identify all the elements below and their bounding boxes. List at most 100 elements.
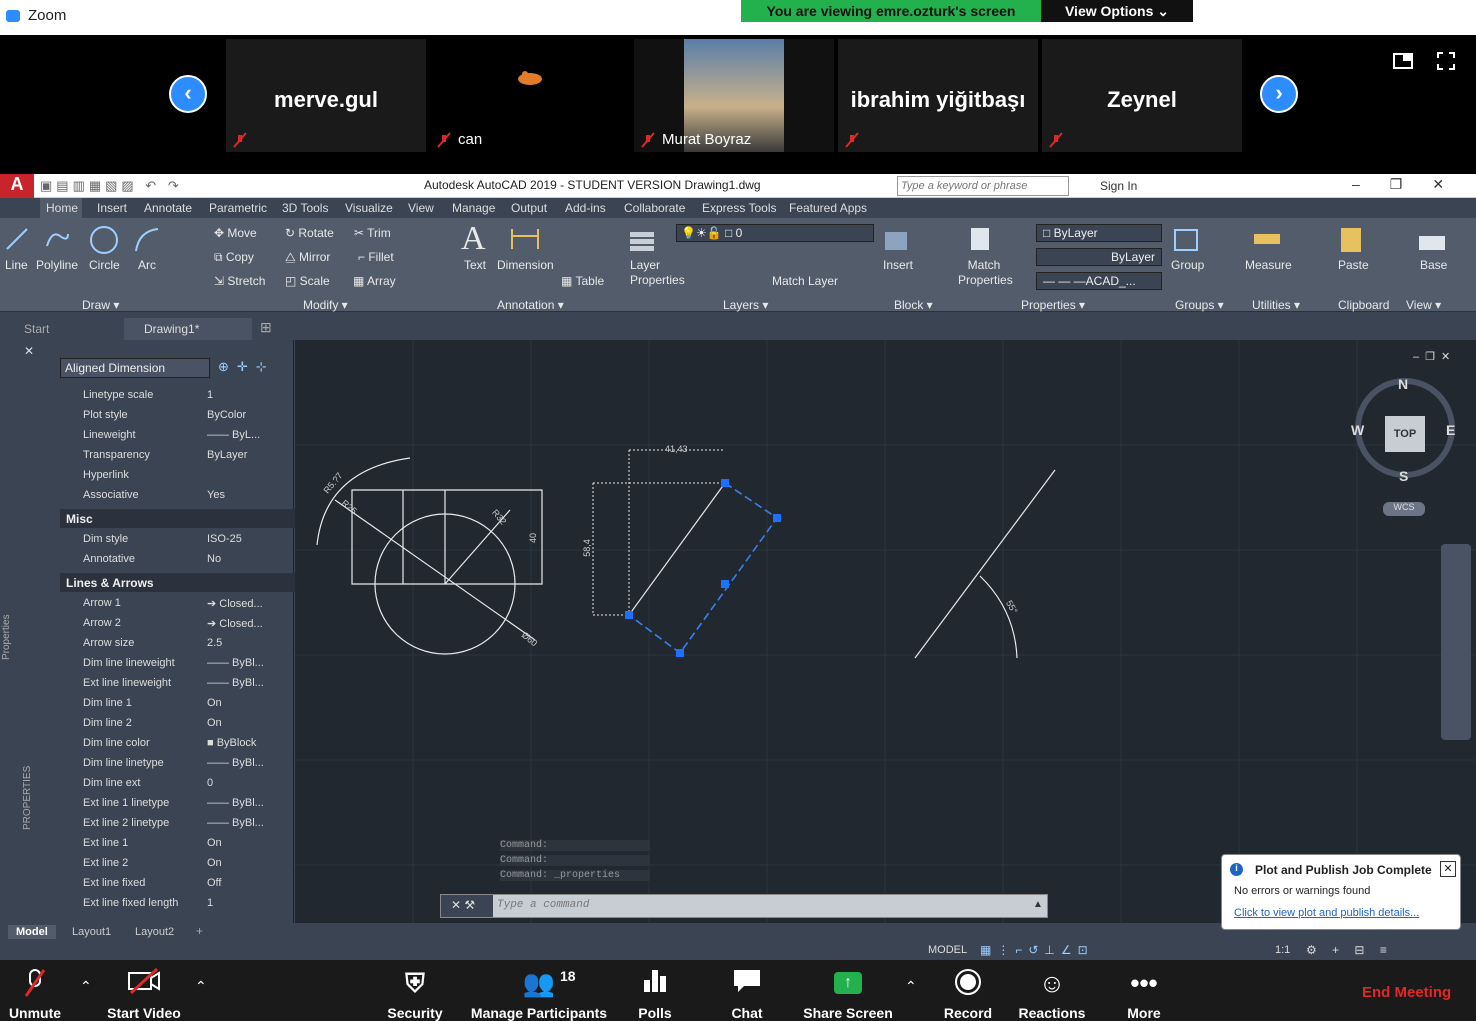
property-row[interactable]: Ext line 2 linetype —— ByBl... (60, 814, 296, 834)
property-value[interactable]: ByLayer (207, 449, 247, 461)
drawing-svg[interactable] (295, 340, 1476, 923)
property-value[interactable]: ➔ Closed... (207, 617, 263, 630)
property-row[interactable]: Hyperlink (60, 466, 296, 486)
paste-icon[interactable] (1336, 224, 1368, 254)
tab-parametric[interactable]: Parametric (209, 201, 267, 215)
paste-button[interactable]: Paste (1338, 258, 1369, 272)
more-button[interactable]: ••• More (1118, 960, 1170, 1021)
record-button[interactable]: Record (940, 960, 996, 1021)
text-icon[interactable]: A (461, 220, 486, 258)
polyline-button[interactable]: Polyline (36, 258, 78, 272)
line-button[interactable]: Line (5, 258, 28, 272)
navigation-bar[interactable] (1441, 544, 1471, 740)
panel-properties[interactable]: Properties ▾ (1021, 298, 1085, 312)
property-row[interactable]: Ext line lineweight —— ByBl... (60, 674, 296, 694)
tab-insert[interactable]: Insert (97, 201, 127, 215)
tab-visualize[interactable]: Visualize (345, 201, 393, 215)
end-meeting-button[interactable]: End Meeting (1362, 984, 1451, 1001)
command-input[interactable]: Type a command (497, 899, 589, 911)
match-layer-button[interactable]: Match Layer (772, 274, 838, 288)
search-input[interactable]: Type a keyword or phrase (897, 176, 1069, 196)
manage-participants-button[interactable]: 👥 18 Manage Participants (468, 960, 610, 1021)
property-row[interactable]: Dim line ext 0 (60, 774, 296, 794)
unmute-button[interactable]: Unmute (0, 960, 70, 1021)
property-row[interactable]: Annotative No (60, 550, 296, 570)
group-icon[interactable] (1171, 224, 1203, 254)
circle-button[interactable]: Circle (89, 258, 120, 272)
polyline-icon[interactable] (44, 226, 70, 252)
property-row[interactable]: Arrow 1 ➔ Closed... (60, 594, 296, 614)
wcs-menu[interactable]: WCS (1383, 502, 1425, 516)
polls-button[interactable]: Polls (630, 960, 680, 1021)
qat-icons[interactable]: ▣▤▥▦▧▨ ↶ ↷ (40, 178, 183, 194)
circle-drawing[interactable] (316, 457, 543, 655)
chat-button[interactable]: Chat (722, 960, 772, 1021)
property-row[interactable]: Dim line color ■ ByBlock (60, 734, 296, 754)
property-value[interactable]: —— ByL... (207, 429, 260, 441)
move-button[interactable]: ✥ Move (214, 226, 257, 240)
group-button[interactable]: Group (1171, 258, 1204, 272)
panel-draw[interactable]: Draw ▾ (82, 298, 119, 312)
tab-collaborate[interactable]: Collaborate (624, 201, 685, 215)
tab-featured-apps[interactable]: Featured Apps (789, 201, 867, 215)
match-properties-icon[interactable] (967, 224, 999, 254)
close-icon[interactable]: ✕ (1440, 861, 1456, 877)
layout-icon[interactable] (1393, 53, 1413, 69)
status-settings[interactable]: ⚙ + ⊟ ≡ (1306, 943, 1393, 957)
property-row[interactable]: Ext line 1 linetype —— ByBl... (60, 794, 296, 814)
property-value[interactable]: —— ByBl... (207, 757, 264, 769)
tab-layout1[interactable]: Layout1 (64, 925, 119, 939)
property-value[interactable]: On (207, 857, 222, 869)
table-button[interactable]: ▦ Table (561, 274, 604, 288)
reactions-button[interactable]: ☺ Reactions (1016, 960, 1088, 1021)
property-value[interactable]: ByColor (207, 409, 246, 421)
start-video-button[interactable]: Start Video (100, 960, 188, 1021)
tab-manage[interactable]: Manage (452, 201, 495, 215)
property-row[interactable]: Dim line linetype —— ByBl... (60, 754, 296, 774)
property-value[interactable]: ■ ByBlock (207, 737, 256, 749)
measure-icon[interactable] (1251, 224, 1283, 254)
tab-drawing1[interactable]: Drawing1* (124, 318, 252, 340)
layer-properties-button[interactable]: Layer Properties (630, 258, 685, 288)
participant-tile[interactable]: ibrahim yiğitbaşı (838, 39, 1038, 152)
dimension-icon[interactable] (509, 224, 541, 254)
compass-n[interactable]: N (1398, 376, 1408, 392)
line-icon[interactable] (4, 226, 30, 252)
close-palette-icon[interactable]: ✕ (24, 344, 34, 358)
add-layout-button[interactable]: + (196, 924, 203, 938)
property-value[interactable]: 1 (207, 897, 213, 909)
property-row[interactable]: Linetype scale 1 (60, 386, 296, 406)
property-row[interactable]: Transparency ByLayer (60, 446, 296, 466)
copy-button[interactable]: ⧉ Copy (214, 250, 254, 265)
viewcube-top[interactable]: TOP (1385, 416, 1425, 452)
new-tab-button[interactable]: ⊞ (260, 319, 272, 336)
share-screen-button[interactable]: ↑ Share Screen (800, 960, 896, 1021)
viewport-controls[interactable]: –❐✕ (1413, 350, 1456, 363)
security-button[interactable]: ⛨ Security (383, 960, 447, 1021)
insert-block-icon[interactable] (881, 224, 913, 254)
arc-button[interactable]: Arc (138, 258, 156, 272)
array-button[interactable]: ▦ Array (353, 274, 396, 288)
scale-button[interactable]: ◰ Scale (285, 274, 330, 288)
property-row[interactable]: Arrow 2 ➔ Closed... (60, 614, 296, 634)
tab-layout2[interactable]: Layout2 (127, 925, 182, 939)
participant-tile[interactable]: can (430, 39, 630, 152)
match-properties-button[interactable]: Match Properties (958, 258, 1013, 288)
notification-balloon[interactable]: i Plot and Publish Job Complete ✕ No err… (1221, 854, 1461, 930)
dimension-button[interactable]: Dimension (497, 258, 554, 272)
base-view-icon[interactable] (1416, 224, 1448, 254)
property-row[interactable]: Arrow size 2.5 (60, 634, 296, 654)
property-value[interactable]: 2.5 (207, 637, 222, 649)
palette-tool-icons[interactable]: ⊕✛⊹ (218, 359, 275, 375)
annotation-scale[interactable]: 1:1 (1275, 944, 1290, 956)
property-row[interactable]: Ext line fixed length 1 (60, 894, 296, 914)
property-value[interactable]: 0 (207, 777, 213, 789)
panel-block[interactable]: Block ▾ (894, 298, 933, 312)
selection-dropdown[interactable]: Aligned Dimension (60, 358, 210, 378)
cmd-history-toggle[interactable]: ▲ (1033, 899, 1043, 910)
share-options-caret[interactable]: ⌃ (905, 978, 917, 995)
linetype-dropdown[interactable]: — — —ACAD_... (1036, 272, 1162, 290)
property-value[interactable]: Yes (207, 489, 225, 501)
property-row[interactable]: Dim line 2 On (60, 714, 296, 734)
property-value[interactable]: Off (207, 877, 221, 889)
